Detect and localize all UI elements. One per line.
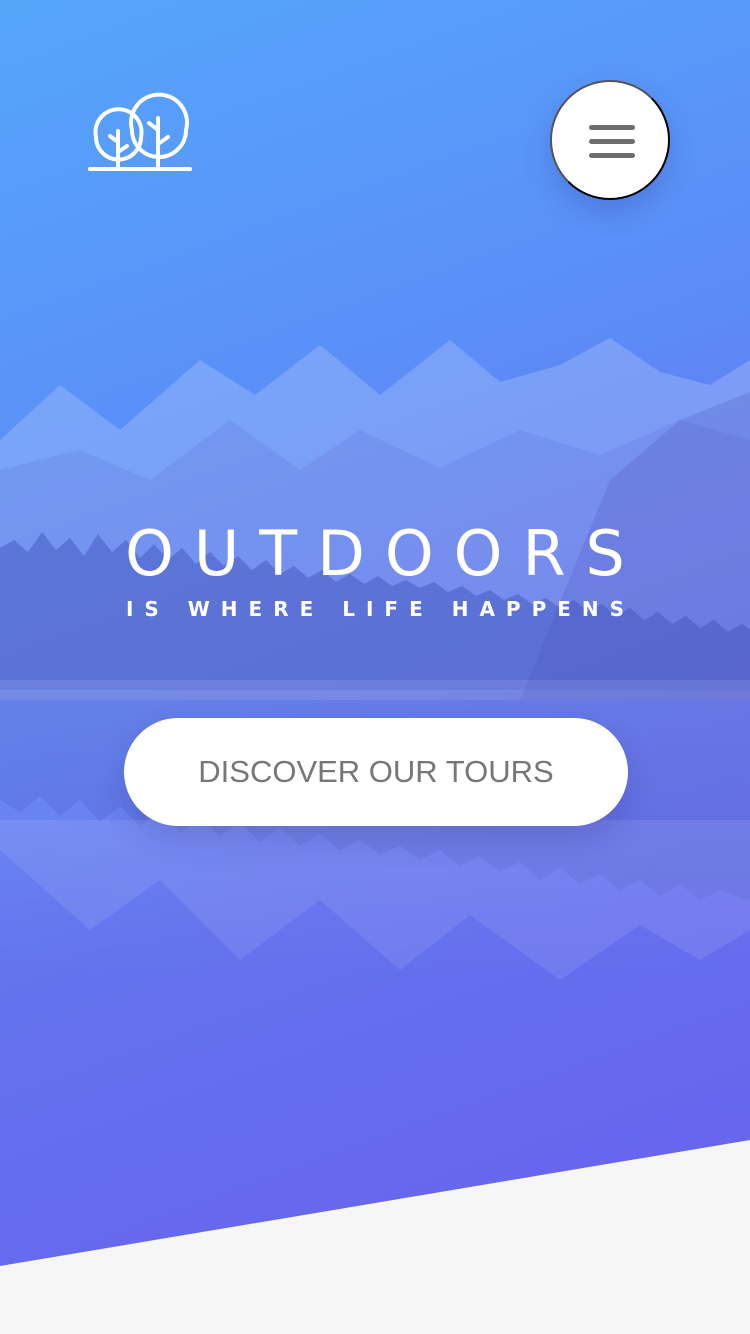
trees-icon[interactable] — [88, 90, 192, 174]
menu-button[interactable] — [550, 80, 670, 200]
discover-tours-button[interactable]: DISCOVER OUR TOURS — [124, 718, 628, 826]
menu-bar-bottom — [589, 153, 635, 158]
hamburger-menu-icon — [589, 125, 635, 159]
hero-background-photo — [0, 338, 750, 980]
page: OUTDOORS IS WHERE LIFE HAPPENS DISCOVER … — [0, 0, 750, 1334]
hero-subtitle: IS WHERE LIFE HAPPENS — [125, 597, 636, 621]
hero-title: OUTDOORS — [125, 517, 645, 590]
menu-bar-middle — [589, 139, 635, 144]
hero-section: OUTDOORS IS WHERE LIFE HAPPENS DISCOVER … — [0, 0, 750, 1266]
menu-bar-top — [589, 125, 635, 130]
hero-headline: OUTDOORS IS WHERE LIFE HAPPENS — [0, 516, 750, 624]
